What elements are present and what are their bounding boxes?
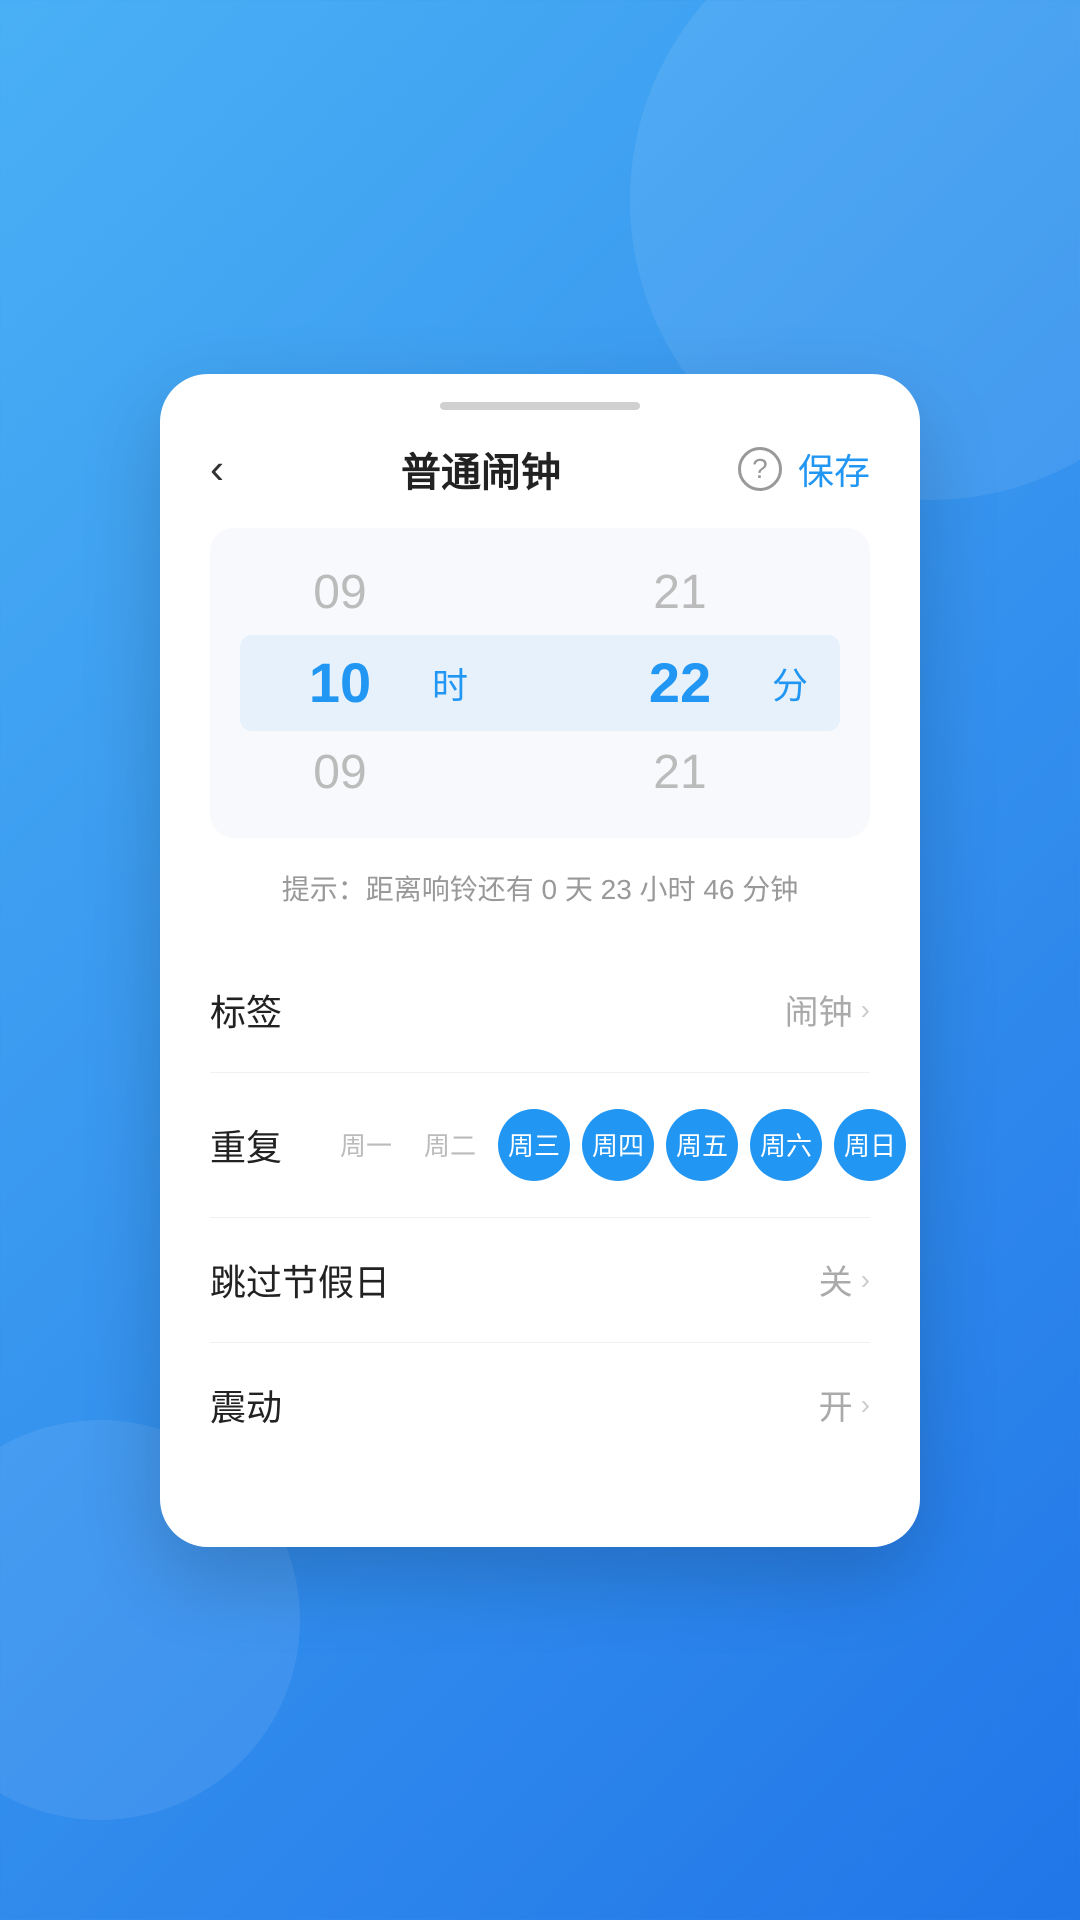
page-title: 普通闹钟 — [401, 440, 561, 498]
time-picker[interactable]: 09 10 09 时 21 22 21 分 — [210, 528, 870, 838]
day-item-5[interactable]: 周六 — [750, 1109, 822, 1181]
phone-card: ‹ 普通闹钟 ? 保存 09 10 09 时 21 22 21 — [160, 374, 920, 1547]
top-bar — [160, 374, 920, 430]
label-setting-label: 标签 — [210, 984, 282, 1036]
day-item-6[interactable]: 周日 — [834, 1109, 906, 1181]
vibrate-chevron-icon: › — [861, 1389, 870, 1421]
vibrate-value: 开 › — [819, 1380, 870, 1429]
label-setting-value: 闹钟 › — [785, 985, 870, 1034]
header: ‹ 普通闹钟 ? 保存 — [160, 430, 920, 528]
holiday-value: 关 › — [819, 1255, 870, 1304]
help-icon-button[interactable]: ? — [738, 447, 782, 491]
hour-prev: 09 — [313, 548, 366, 638]
question-mark: ? — [752, 453, 768, 485]
holiday-value-text: 关 — [819, 1255, 853, 1304]
back-button[interactable]: ‹ — [210, 448, 224, 490]
settings-section: 标签 闹钟 › 重复 周一周二周三周四周五周六周日 跳过节假日 关 › 震动 — [160, 948, 920, 1467]
picker-highlight — [240, 635, 840, 731]
header-right: ? 保存 — [738, 443, 870, 495]
label-value-text: 闹钟 — [785, 985, 853, 1034]
vibrate-label: 震动 — [210, 1379, 282, 1431]
day-item-0[interactable]: 周一 — [330, 1109, 402, 1181]
day-item-2[interactable]: 周三 — [498, 1109, 570, 1181]
hour-next: 09 — [313, 728, 366, 818]
days-container: 周一周二周三周四周五周六周日 — [330, 1109, 906, 1181]
vibrate-value-text: 开 — [819, 1380, 853, 1429]
holiday-row[interactable]: 跳过节假日 关 › — [210, 1218, 870, 1343]
holiday-chevron-icon: › — [861, 1264, 870, 1296]
repeat-row: 重复 周一周二周三周四周五周六周日 — [210, 1073, 870, 1218]
vibrate-row[interactable]: 震动 开 › — [210, 1343, 870, 1467]
holiday-label: 跳过节假日 — [210, 1254, 390, 1306]
save-button[interactable]: 保存 — [798, 443, 870, 495]
day-item-3[interactable]: 周四 — [582, 1109, 654, 1181]
label-row[interactable]: 标签 闹钟 › — [210, 948, 870, 1073]
day-item-1[interactable]: 周二 — [414, 1109, 486, 1181]
day-item-4[interactable]: 周五 — [666, 1109, 738, 1181]
label-chevron-icon: › — [861, 994, 870, 1026]
hint-text: 提示：距离响铃还有 0 天 23 小时 46 分钟 — [210, 868, 870, 908]
top-pill — [440, 402, 640, 410]
repeat-label: 重复 — [210, 1119, 330, 1171]
minute-next: 21 — [653, 728, 706, 818]
minute-prev: 21 — [653, 548, 706, 638]
